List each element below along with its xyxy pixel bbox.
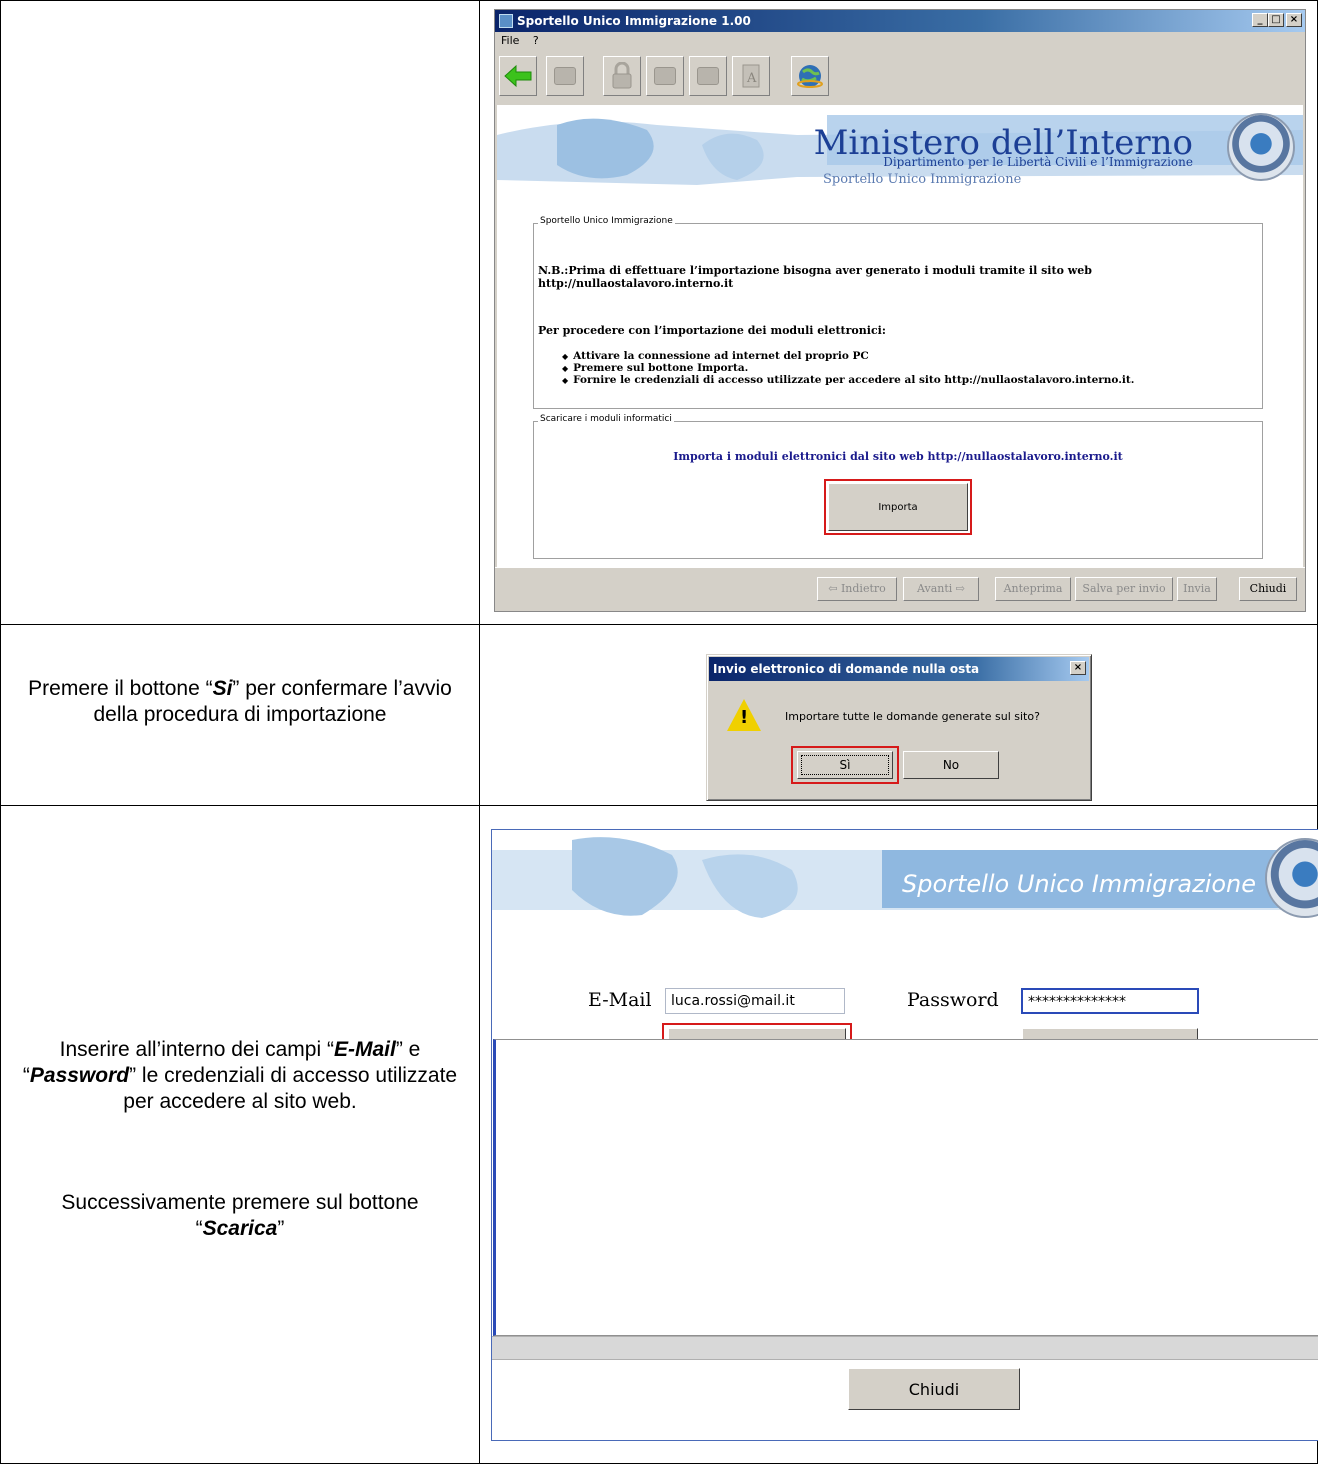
- list-item: Premere sul bottone Importa.: [562, 362, 1134, 374]
- monitor-icon[interactable]: [646, 56, 684, 96]
- note-line-2: http://nullaostalavoro.interno.it: [538, 277, 734, 290]
- printer-icon[interactable]: [546, 56, 584, 96]
- preview-button[interactable]: Anteprima: [995, 577, 1071, 601]
- ministry-banner: Ministero dell’Interno Dipartimento per …: [497, 105, 1303, 193]
- download-banner: Sportello Unico Immigrazione: [492, 830, 1318, 925]
- back-arrow-icon-glyph: [504, 64, 532, 88]
- printer-icon-glyph: [554, 67, 576, 85]
- app-subtitle: Sportello Unico Immigrazione: [823, 172, 1022, 187]
- instruction-bold: Si: [212, 677, 233, 700]
- next-button[interactable]: Avanti ⇨: [903, 577, 979, 601]
- toolbar: A: [497, 52, 1303, 102]
- status-strip: [492, 1336, 1318, 1360]
- instruction-text: ”: [277, 1217, 285, 1240]
- no-button[interactable]: No: [903, 751, 999, 779]
- instructions-intro: Per procedere con l’importazione dei mod…: [538, 324, 886, 337]
- table-cell-left-1: [0, 0, 480, 625]
- maximize-button[interactable]: □: [1268, 13, 1284, 27]
- window-titlebar: Sportello Unico Immigrazione 1.00 _ □ ×: [495, 10, 1305, 32]
- send-button[interactable]: Invia: [1177, 577, 1217, 601]
- back-label: Indietro: [840, 582, 886, 595]
- list-item: Attivare la connessione ad internet del …: [562, 350, 1134, 362]
- import-button[interactable]: Importa: [828, 483, 968, 531]
- menu-bar: File ?: [495, 32, 1305, 50]
- instruction-confirm: Premere il bottone “Si” per confermare l…: [20, 676, 460, 728]
- instruction-bold: Password: [29, 1064, 130, 1087]
- inbox-icon-glyph: [697, 67, 719, 85]
- instruction-text: ” le credenziali di accesso utilizzate p…: [123, 1064, 458, 1113]
- back-button[interactable]: ⇦ Indietro: [817, 577, 897, 601]
- save-button[interactable]: Salva per invio: [1075, 577, 1173, 601]
- instruction-bold: Scarica: [202, 1217, 278, 1240]
- minimize-button[interactable]: _: [1252, 13, 1268, 27]
- banner-title: Sportello Unico Immigrazione: [902, 870, 1257, 898]
- download-group-legend: Scaricare i moduli informatici: [538, 414, 674, 424]
- window-controls: _ □ ×: [1252, 13, 1302, 27]
- close-button[interactable]: Chiudi: [1239, 577, 1297, 601]
- back-arrow-icon[interactable]: [499, 56, 537, 96]
- dialog-titlebar: Invio elettronico di domande nulla osta …: [709, 657, 1089, 681]
- info-group: Sportello Unico Immigrazione N.B.:Prima …: [533, 216, 1263, 409]
- email-field[interactable]: luca.rossi@mail.it: [665, 988, 845, 1014]
- svg-text:A: A: [746, 71, 757, 86]
- next-label: Avanti: [916, 582, 953, 595]
- yes-button[interactable]: Sì: [797, 751, 893, 779]
- dialog-close-button[interactable]: ×: [1070, 661, 1086, 675]
- navigation-bar: ⇦ Indietro Avanti ⇨ Anteprima Salva per …: [495, 567, 1305, 611]
- close-window-button[interactable]: ×: [1286, 13, 1302, 27]
- download-window: Sportello Unico Immigrazione E-Mail luca…: [491, 829, 1318, 1441]
- note-line-1: N.B.:Prima di effettuare l’importazione …: [538, 264, 1092, 277]
- list-item: Fornire le credenziali di accesso utiliz…: [562, 374, 1134, 386]
- password-field[interactable]: **************: [1021, 988, 1199, 1014]
- instruction-download: Successivamente premere sul bottone “Sca…: [20, 1190, 460, 1242]
- main-window: Sportello Unico Immigrazione 1.00 _ □ × …: [494, 9, 1306, 612]
- email-label: E-Mail: [588, 989, 652, 1011]
- ministry-seal-icon: [1227, 113, 1295, 181]
- instruction-text: Premere il bottone “: [28, 677, 213, 700]
- exclamation-icon: !: [740, 707, 749, 728]
- window-title: Sportello Unico Immigrazione 1.00: [517, 14, 751, 28]
- log-area[interactable]: [493, 1039, 1318, 1336]
- department-subtitle: Dipartimento per le Libertà Civili e l’I…: [883, 155, 1193, 169]
- monitor-icon-glyph: [654, 67, 676, 85]
- main-content: Sportello Unico Immigrazione N.B.:Prima …: [497, 193, 1303, 568]
- inbox-icon[interactable]: [689, 56, 727, 96]
- info-group-legend: Sportello Unico Immigrazione: [538, 216, 675, 226]
- globe-icon[interactable]: [791, 56, 829, 96]
- lock-icon[interactable]: [603, 56, 641, 96]
- arrow-right-icon: ⇨: [952, 582, 965, 595]
- document-icon-glyph: A: [742, 64, 760, 88]
- menu-file[interactable]: File: [501, 34, 519, 47]
- instructions-list: Attivare la connessione ad internet del …: [562, 350, 1134, 386]
- dialog-message: Importare tutte le domande generate sul …: [785, 710, 1040, 723]
- dialog-title: Invio elettronico di domande nulla osta: [713, 662, 980, 676]
- password-label: Password: [907, 989, 999, 1011]
- confirm-dialog: Invio elettronico di domande nulla osta …: [706, 654, 1092, 801]
- import-description: Importa i moduli elettronici dal sito we…: [673, 450, 1123, 463]
- table-cell-left-3: [0, 805, 480, 1464]
- close-button[interactable]: Chiudi: [848, 1368, 1020, 1410]
- instruction-bold: E-Mail: [333, 1038, 396, 1061]
- document-icon[interactable]: A: [732, 56, 770, 96]
- download-group: Scaricare i moduli informatici Importa i…: [533, 414, 1263, 559]
- globe-icon-glyph: [797, 65, 823, 88]
- menu-help[interactable]: ?: [533, 34, 539, 47]
- instruction-text: Inserire all’interno dei campi “: [59, 1038, 334, 1061]
- app-icon: [499, 14, 513, 28]
- arrow-left-icon: ⇦: [828, 582, 841, 595]
- lock-icon-glyph: [612, 62, 632, 89]
- instruction-credentials: Inserire all’interno dei campi “E-Mail ” …: [20, 1037, 460, 1115]
